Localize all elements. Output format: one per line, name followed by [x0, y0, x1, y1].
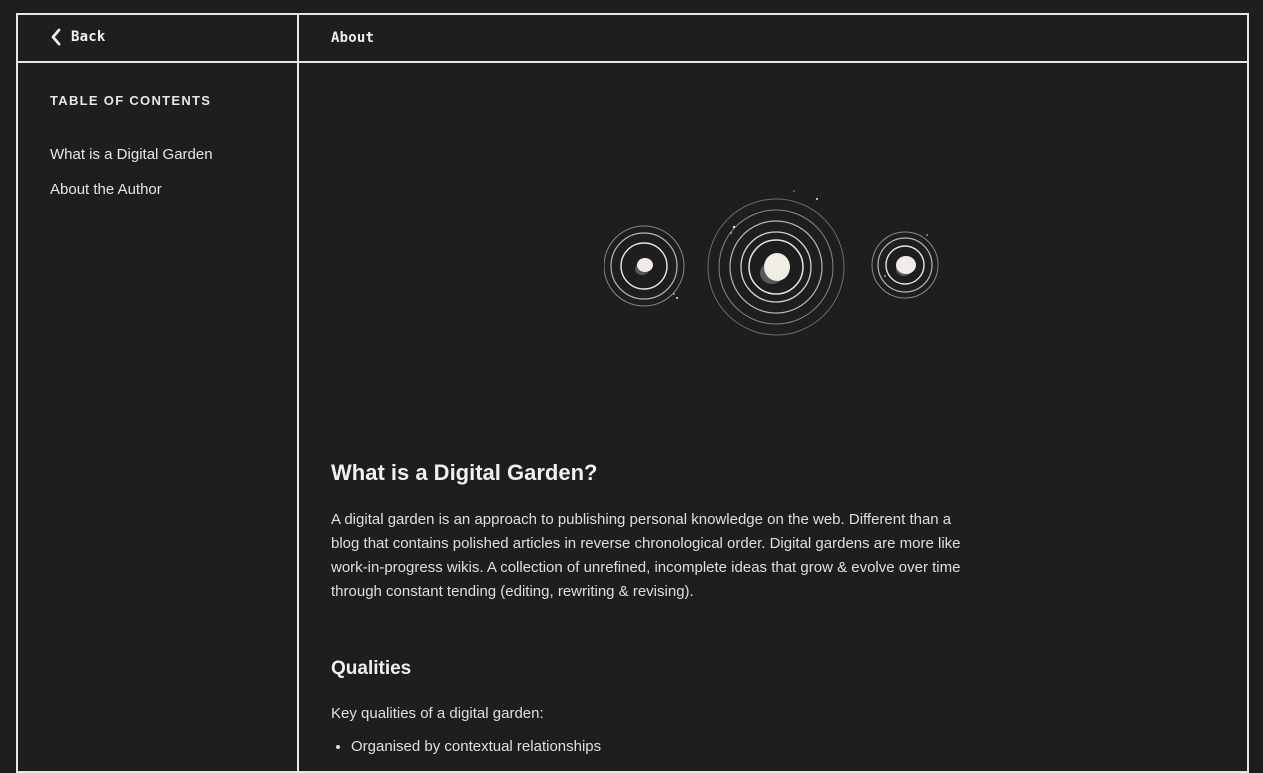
article: What is a Digital Garden? A digital gard… [331, 460, 971, 758]
toc-item-digital-garden[interactable]: What is a Digital Garden [50, 137, 213, 172]
qualities-heading: Qualities [331, 658, 412, 679]
back-label: Back [71, 29, 106, 45]
center-planet-icon [707, 190, 845, 336]
toc-list: What is a Digital Garden About the Autho… [50, 137, 213, 207]
main-header: About [299, 15, 1247, 63]
sidebar: Back TABLE OF CONTENTS What is a Digital… [18, 15, 299, 771]
app-frame: Back TABLE OF CONTENTS What is a Digital… [16, 13, 1249, 773]
main-content: About What is a Digital Garden? A digita… [299, 15, 1247, 771]
orbiting-planets-illustration [604, 190, 939, 336]
right-planet-icon [871, 231, 939, 299]
toc-item-about-author[interactable]: About the Author [50, 172, 213, 207]
toc-heading: TABLE OF CONTENTS [50, 93, 212, 108]
chevron-left-icon [51, 28, 61, 46]
article-intro: A digital garden is an approach to publi… [331, 511, 961, 600]
sidebar-header: Back [18, 15, 297, 63]
qualities-list: Organised by contextual relationships [331, 736, 971, 758]
page-tab-about[interactable]: About [331, 30, 374, 46]
list-item: Organised by contextual relationships [351, 736, 971, 758]
qualities-intro: Key qualities of a digital garden: [331, 705, 544, 722]
left-planet-icon [604, 225, 685, 307]
back-button[interactable]: Back [50, 28, 106, 46]
article-title: What is a Digital Garden? [331, 460, 598, 485]
